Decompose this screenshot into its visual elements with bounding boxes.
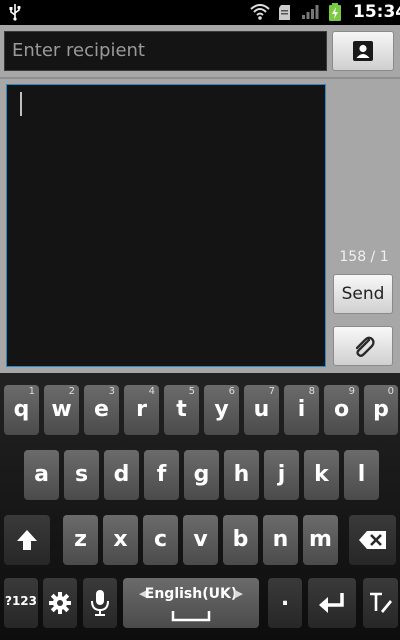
key-b[interactable]: b	[223, 515, 258, 565]
key-g[interactable]: g	[184, 450, 219, 500]
key-t[interactable]: 5t	[164, 385, 199, 435]
key-u[interactable]: 7u	[244, 385, 279, 435]
key-a[interactable]: a	[24, 450, 59, 500]
space-key[interactable]: ◀ English(UK) ▶	[123, 578, 259, 628]
settings-key[interactable]	[43, 578, 77, 628]
enter-key[interactable]	[308, 578, 356, 628]
symbols-key[interactable]: ?123	[4, 578, 38, 628]
key-v[interactable]: v	[183, 515, 218, 565]
key-l[interactable]: l	[344, 450, 379, 500]
key-d[interactable]: d	[104, 450, 139, 500]
key-p[interactable]: 0p	[364, 385, 398, 435]
shift-key[interactable]	[4, 515, 50, 565]
voice-input-key[interactable]	[83, 578, 117, 628]
key-r[interactable]: 4r	[124, 385, 159, 435]
key-c[interactable]: c	[143, 515, 178, 565]
status-bar: 15:34	[0, 0, 400, 25]
backspace-key[interactable]	[349, 515, 396, 565]
keyboard: 1q 2w 3e 4r 5t 6y 7u 8i 9o 0p a s d f g …	[0, 373, 400, 640]
battery-charging-icon	[328, 3, 342, 26]
period-key[interactable]: .	[268, 578, 302, 628]
character-counter: 158 / 1	[339, 249, 389, 265]
key-k[interactable]: k	[304, 450, 339, 500]
key-h[interactable]: h	[224, 450, 259, 500]
key-f[interactable]: f	[144, 450, 179, 500]
recipient-input[interactable]: Enter recipient	[4, 31, 327, 71]
key-x[interactable]: x	[103, 515, 138, 565]
contact-picker-button[interactable]	[332, 31, 394, 71]
key-m[interactable]: m	[303, 515, 338, 565]
divider	[0, 77, 400, 79]
handwriting-key[interactable]	[363, 578, 398, 628]
wifi-icon	[250, 4, 270, 24]
key-s[interactable]: s	[64, 450, 99, 500]
sd-card-icon	[278, 4, 291, 25]
key-w[interactable]: 2w	[44, 385, 79, 435]
compose-area: Enter recipient 158 / 1 Send	[0, 25, 400, 373]
send-button[interactable]: Send	[333, 274, 393, 314]
key-y[interactable]: 6y	[204, 385, 239, 435]
signal-icon	[301, 4, 319, 24]
message-input[interactable]	[6, 84, 326, 367]
language-next-icon: ▶	[234, 587, 243, 600]
key-z[interactable]: z	[63, 515, 98, 565]
key-i[interactable]: 8i	[284, 385, 319, 435]
attach-button[interactable]	[333, 326, 393, 366]
key-o[interactable]: 9o	[324, 385, 359, 435]
key-n[interactable]: n	[263, 515, 298, 565]
clock: 15:34	[353, 2, 400, 22]
text-cursor	[20, 92, 22, 116]
usb-icon	[8, 3, 22, 25]
key-q[interactable]: 1q	[4, 385, 39, 435]
key-e[interactable]: 3e	[84, 385, 119, 435]
key-j[interactable]: j	[264, 450, 299, 500]
